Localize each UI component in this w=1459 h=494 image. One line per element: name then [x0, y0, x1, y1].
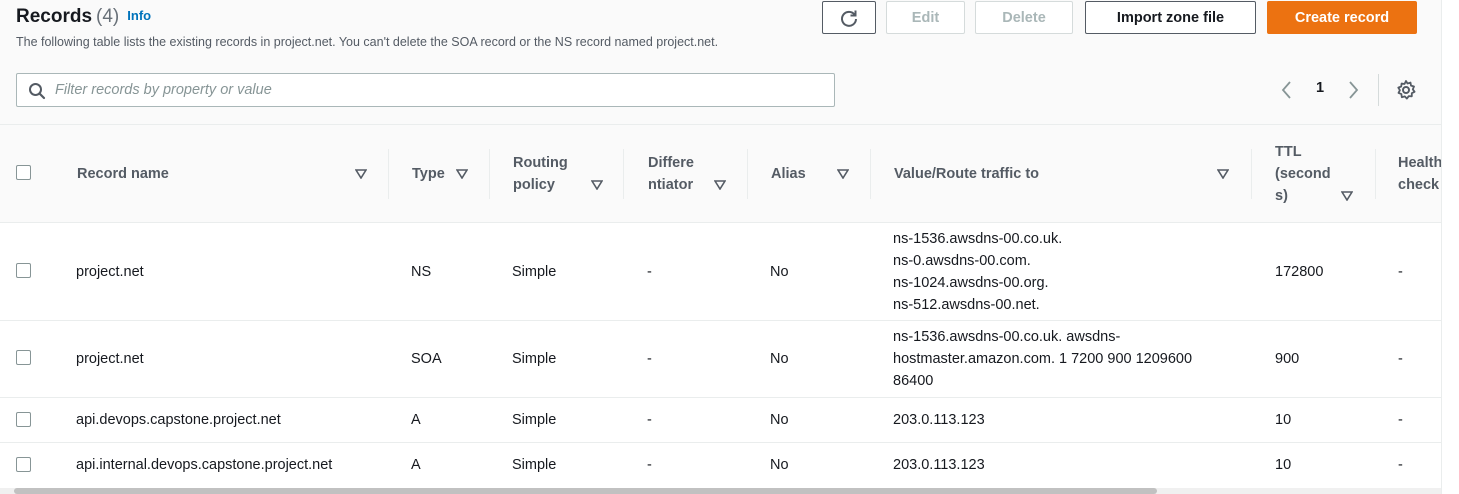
row-checkbox[interactable]	[16, 412, 31, 427]
column-header-ttl[interactable]: TTL (second s)	[1252, 125, 1376, 223]
chevron-left-icon[interactable]	[1276, 79, 1298, 101]
value-cell: ns-1536.awsdns-00.co.uk. awsdns- hostmas…	[893, 326, 1233, 392]
type-cell: A	[411, 412, 421, 428]
table-description: The following table lists the existing r…	[16, 35, 719, 49]
type-cell: SOA	[411, 351, 442, 367]
value-line: ns-0.awsdns-00.com.	[893, 253, 1031, 269]
filter-search-box[interactable]	[16, 73, 835, 107]
table-header: Record name Type Routing policy Differe …	[0, 125, 1441, 223]
alias-cell: No	[770, 412, 789, 428]
sort-caret-icon[interactable]	[355, 169, 367, 179]
page-scroll-gutter	[1441, 0, 1459, 494]
ttl-cell: 172800	[1275, 264, 1324, 280]
ttl-cell: 900	[1275, 351, 1300, 367]
record-name-cell: api.devops.capstone.project.net	[76, 412, 281, 428]
sort-caret-icon[interactable]	[837, 169, 849, 179]
column-label: TTL (second s)	[1275, 144, 1331, 204]
routing-cell: Simple	[512, 412, 557, 428]
record-name-cell: project.net	[76, 351, 144, 367]
pager-divider	[1378, 74, 1379, 106]
info-link[interactable]: Info	[127, 8, 151, 23]
column-label: Type	[412, 166, 445, 182]
table-row[interactable]: api.devops.capstone.project.net A Simple…	[0, 398, 1441, 443]
sort-caret-icon[interactable]	[591, 180, 603, 190]
value-line: ns-512.awsdns-00.net.	[893, 297, 1040, 313]
column-header-routing-policy[interactable]: Routing policy	[490, 125, 624, 223]
health-check-cell: -	[1398, 264, 1403, 280]
scrollbar-thumb[interactable]	[14, 488, 1157, 494]
page-title: Records (4) Info	[16, 6, 151, 28]
alias-cell: No	[770, 351, 789, 367]
health-check-cell: -	[1398, 457, 1403, 473]
column-label: Alias	[771, 166, 806, 182]
chevron-right-icon[interactable]	[1342, 79, 1364, 101]
column-label: Value/Route traffic to	[894, 166, 1040, 182]
routing-cell: Simple	[512, 351, 557, 367]
records-table: Record name Type Routing policy Differe …	[0, 124, 1441, 494]
alias-cell: No	[770, 457, 789, 473]
value-line: hostmaster.amazon.com. 1 7200 900 120960…	[893, 351, 1193, 367]
sort-caret-icon[interactable]	[1217, 169, 1229, 179]
record-name-cell: api.internal.devops.capstone.project.net	[76, 457, 333, 473]
routing-cell: Simple	[512, 264, 557, 280]
column-header-alias[interactable]: Alias	[748, 125, 871, 223]
value-cell: 203.0.113.123	[893, 412, 985, 428]
column-header-health-check[interactable]: Health check	[1376, 125, 1441, 223]
health-check-cell: -	[1398, 351, 1403, 367]
sort-caret-icon[interactable]	[714, 180, 726, 190]
value-line: ns-1536.awsdns-00.co.uk.	[893, 231, 1063, 247]
sort-caret-icon[interactable]	[1341, 191, 1353, 201]
column-label: Differe ntiator	[648, 155, 694, 193]
column-header-value[interactable]: Value/Route traffic to	[871, 125, 1252, 223]
table-row[interactable]: api.internal.devops.capstone.project.net…	[0, 443, 1441, 489]
value-line: ns-1024.awsdns-00.org.	[893, 275, 1049, 291]
import-zone-file-button[interactable]: Import zone file	[1085, 1, 1256, 34]
row-checkbox[interactable]	[16, 350, 31, 365]
create-record-button[interactable]: Create record	[1267, 1, 1417, 34]
refresh-icon	[841, 10, 857, 27]
column-header-differentiator[interactable]: Differe ntiator	[624, 125, 748, 223]
type-cell: NS	[411, 264, 432, 280]
alias-cell: No	[770, 264, 789, 280]
value-line: 86400	[893, 373, 934, 389]
search-input[interactable]	[55, 75, 825, 105]
value-cell: ns-1536.awsdns-00.co.uk. ns-0.awsdns-00.…	[893, 228, 1233, 316]
search-icon	[29, 83, 46, 100]
value-cell: 203.0.113.123	[893, 457, 985, 473]
edit-button[interactable]: Edit	[886, 1, 965, 34]
health-check-cell: -	[1398, 412, 1403, 428]
sort-caret-icon[interactable]	[456, 169, 468, 179]
select-all-checkbox[interactable]	[16, 165, 31, 180]
column-label: Record name	[77, 166, 169, 182]
column-label: Routing policy	[513, 155, 568, 193]
page-number[interactable]: 1	[1312, 80, 1328, 96]
routing-cell: Simple	[512, 457, 557, 473]
ttl-cell: 10	[1275, 412, 1292, 428]
type-cell: A	[411, 457, 421, 473]
table-row[interactable]: project.net NS Simple - No ns-1536.awsdn…	[0, 223, 1441, 321]
value-line: ns-1536.awsdns-00.co.uk. awsdns-	[893, 329, 1121, 345]
records-panel: Records (4) Info The following table lists…	[0, 0, 1441, 494]
record-name-cell: project.net	[76, 264, 144, 280]
table-row[interactable]: project.net SOA Simple - No ns-1536.awsd…	[0, 321, 1441, 398]
column-header-record-name[interactable]: Record name	[53, 125, 389, 223]
gear-icon[interactable]	[1394, 78, 1418, 102]
column-label: Health check	[1398, 155, 1441, 193]
differentiator-cell: -	[647, 457, 652, 473]
horizontal-scrollbar[interactable]	[0, 488, 1441, 494]
delete-button[interactable]: Delete	[975, 1, 1073, 34]
title-text: Records	[16, 6, 93, 27]
record-count: (4)	[96, 6, 120, 27]
differentiator-cell: -	[647, 412, 652, 428]
row-checkbox[interactable]	[16, 457, 31, 472]
refresh-button[interactable]	[822, 1, 876, 34]
differentiator-cell: -	[647, 351, 652, 367]
row-checkbox[interactable]	[16, 263, 31, 278]
differentiator-cell: -	[647, 264, 652, 280]
ttl-cell: 10	[1275, 457, 1292, 473]
column-header-type[interactable]: Type	[389, 125, 490, 223]
